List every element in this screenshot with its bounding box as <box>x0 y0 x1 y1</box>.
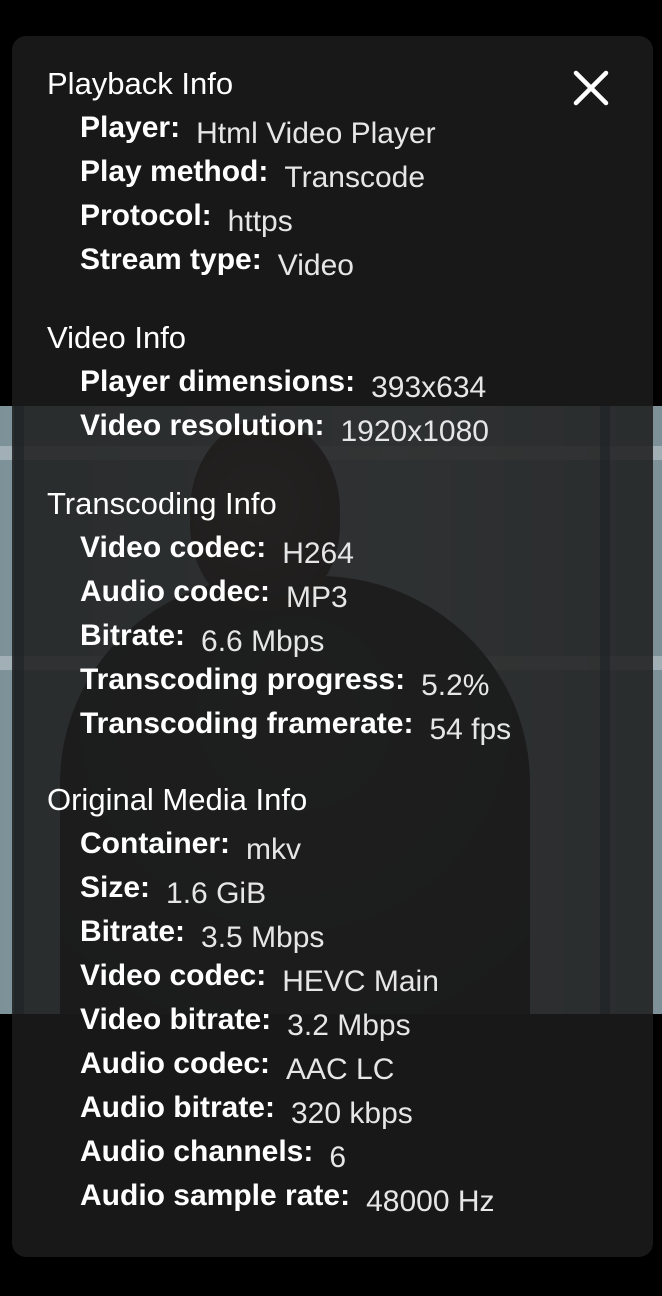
close-icon <box>573 70 609 106</box>
row-label: Audio bitrate <box>80 1091 265 1124</box>
section-title: Original Media Info <box>47 782 308 817</box>
playback-info-panel: Playback Info Player: Html Video Player P… <box>12 36 653 1257</box>
row-value: 48000 Hz <box>366 1185 495 1218</box>
row-value: 54 fps <box>429 713 512 746</box>
row-value: HEVC Main <box>282 965 439 998</box>
close-button[interactable] <box>569 66 613 110</box>
info-row-play-method: Play method: Transcode <box>80 155 425 194</box>
info-row-bitrate: Bitrate: 3.5 Mbps <box>80 915 325 954</box>
row-label: Video codec <box>80 531 257 564</box>
info-row-video-resolution: Video resolution: 1920x1080 <box>80 409 489 448</box>
row-value: 3.5 Mbps <box>201 921 325 954</box>
row-label: Transcoding progress <box>80 663 396 696</box>
row-label: Audio codec <box>80 575 261 608</box>
row-value: 1920x1080 <box>340 415 489 448</box>
row-value: 6 <box>329 1141 347 1174</box>
info-row-player: Player: Html Video Player <box>80 111 436 150</box>
row-label: Audio channels <box>80 1135 304 1168</box>
info-row-transcoding-progress: Transcoding progress: 5.2% <box>80 663 490 702</box>
info-row-container: Container: mkv <box>80 827 302 866</box>
info-row-video-bitrate: Video bitrate: 3.2 Mbps <box>80 1003 411 1042</box>
row-label: Bitrate <box>80 915 176 948</box>
info-row-transcoding-framerate: Transcoding framerate: 54 fps <box>80 707 512 746</box>
row-label: Bitrate <box>80 619 176 652</box>
row-value: 393x634 <box>371 371 487 404</box>
row-label: Stream type <box>80 243 252 276</box>
row-label: Video bitrate <box>80 1003 262 1036</box>
row-value: 3.2 Mbps <box>287 1009 411 1042</box>
row-value: Html Video Player <box>196 117 436 150</box>
info-row-size: Size: 1.6 GiB <box>80 871 267 910</box>
info-row-audio-channels: Audio channels: 6 <box>80 1135 347 1174</box>
row-value: Video <box>277 249 354 282</box>
row-label: Container <box>80 827 221 860</box>
row-label: Play method <box>80 155 259 188</box>
info-row-audio-codec: Audio codec: MP3 <box>80 575 348 614</box>
info-row-video-codec: Video codec: H264 <box>80 531 354 570</box>
row-value: Transcode <box>284 161 425 194</box>
row-label: Transcoding framerate <box>80 707 404 740</box>
info-row-audio-codec: Audio codec: AAC LC <box>80 1047 395 1086</box>
info-row-protocol: Protocol: https <box>80 199 293 238</box>
section-title: Video Info <box>47 320 187 355</box>
row-value: AAC LC <box>286 1053 395 1086</box>
row-value: https <box>227 205 293 238</box>
row-value: 1.6 GiB <box>166 877 267 910</box>
info-row-audio-bitrate: Audio bitrate: 320 kbps <box>80 1091 413 1130</box>
row-label: Size <box>80 871 141 904</box>
row-value: mkv <box>246 833 302 866</box>
info-row-stream-type: Stream type: Video <box>80 243 354 282</box>
row-value: H264 <box>282 537 354 570</box>
row-label: Player dimensions <box>80 365 346 398</box>
info-row-bitrate: Bitrate: 6.6 Mbps <box>80 619 325 658</box>
section-playback-info: Playback Info Player: Html Video Player P… <box>47 62 436 282</box>
row-label: Player <box>80 111 171 144</box>
row-value: 320 kbps <box>291 1097 413 1130</box>
info-row-audio-sample-rate: Audio sample rate: 48000 Hz <box>80 1179 495 1218</box>
row-label: Audio sample rate <box>80 1179 341 1212</box>
section-original-media-info: Original Media Info Container: mkv Size: 1… <box>47 778 495 1218</box>
section-title: Transcoding Info <box>47 486 277 521</box>
section-title: Playback Info <box>47 66 234 101</box>
row-value: 5.2% <box>421 669 490 702</box>
row-label: Protocol <box>80 199 202 232</box>
info-row-video-codec: Video codec: HEVC Main <box>80 959 439 998</box>
row-value: 6.6 Mbps <box>201 625 325 658</box>
section-video-info: Video Info Player dimensions: 393x634 Vid… <box>47 316 489 448</box>
row-label: Video codec <box>80 959 257 992</box>
info-row-player-dimensions: Player dimensions: 393x634 <box>80 365 487 404</box>
row-label: Video resolution <box>80 409 315 442</box>
row-value: MP3 <box>286 581 348 614</box>
row-label: Audio codec <box>80 1047 261 1080</box>
section-transcoding-info: Transcoding Info Video codec: H264 Audio … <box>47 482 511 746</box>
